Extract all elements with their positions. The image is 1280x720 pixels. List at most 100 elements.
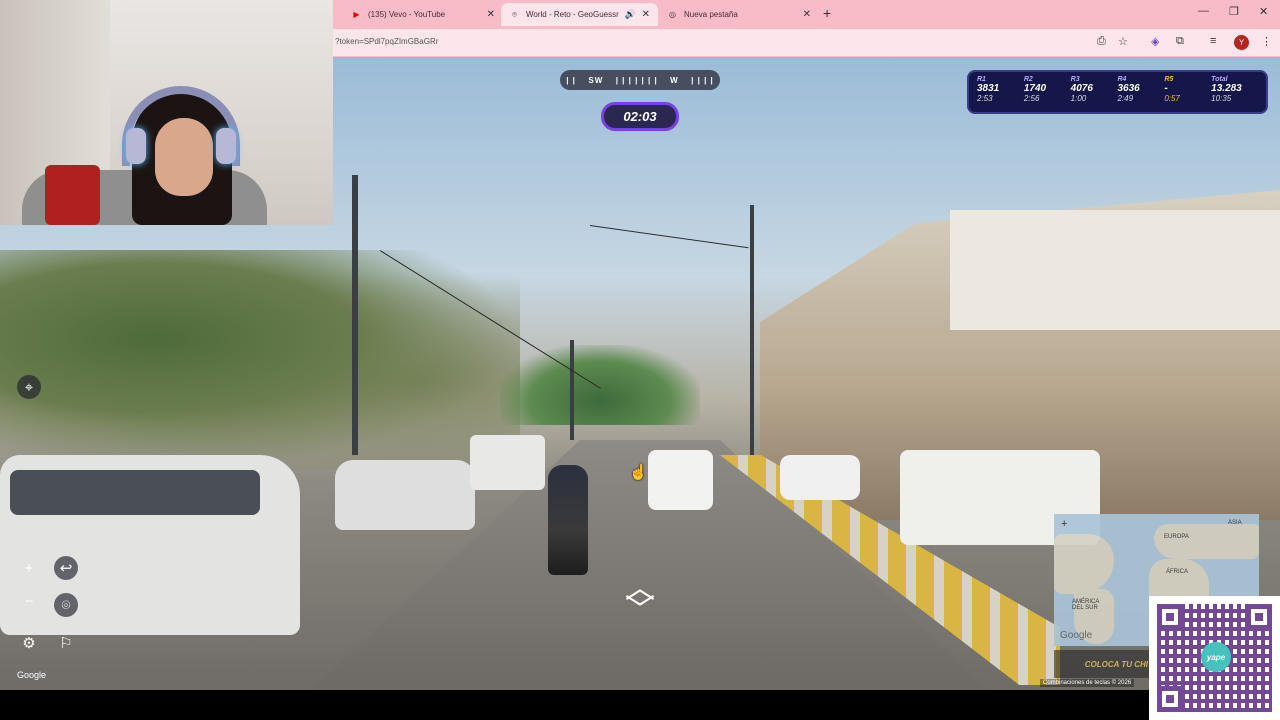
bottom-bar [0, 690, 1280, 720]
scoreboard: R1 3831 2:53 R2 1740 2:56 R3 4076 1:00 R… [967, 70, 1268, 114]
round-timer: 02:03 [601, 102, 679, 131]
close-icon[interactable]: ✕ [803, 9, 811, 20]
tab-youtube[interactable]: ▶ (135) Vevo - YouTube ✕ [343, 3, 503, 26]
bookmark-star-icon[interactable]: ☆ [1118, 35, 1128, 48]
round-time: 2:49 [1117, 94, 1134, 103]
checkpoint-button[interactable]: ⌾ [54, 593, 78, 617]
power-line [589, 225, 749, 249]
compass-sw: SW [588, 75, 604, 85]
round-4: R4 3636 2:49 [1117, 76, 1164, 108]
round-label: R1 [977, 76, 986, 83]
arrow-back-icon[interactable]: ﹀ [612, 596, 668, 626]
extension-icon[interactable]: ◈ [1151, 35, 1159, 48]
street-light [750, 205, 754, 455]
yape-qr-code: yape [1149, 596, 1280, 720]
webcam-microphone [45, 165, 100, 225]
yape-logo: yape [1201, 642, 1231, 672]
tab-label: Nueva pestaña [684, 10, 738, 19]
qr-pattern: yape [1157, 604, 1272, 712]
address-bar[interactable]: ?token=SPdl7pqZImGBaGRr ⎙ ☆ ◈ ⧉ ≡ Y ⋮ [333, 29, 1280, 56]
round-points: 3636 [1117, 83, 1140, 94]
close-icon[interactable]: ✕ [487, 9, 495, 20]
round-1: R1 3831 2:53 [977, 76, 1024, 108]
distant-trees [500, 345, 700, 425]
close-icon[interactable]: ✕ [642, 9, 650, 20]
close-window-icon[interactable]: ✕ [1259, 5, 1268, 18]
report-button[interactable]: ⚐ [54, 631, 78, 655]
building-facade [950, 210, 1280, 330]
tab-label: (135) Vevo - YouTube [368, 10, 446, 19]
map-expand-icon[interactable]: + [1061, 518, 1067, 530]
compass-tick: | | [566, 75, 576, 85]
map-label-europe: EUROPA [1164, 534, 1189, 540]
vehicle [470, 435, 545, 490]
round-points: - [1164, 83, 1168, 94]
profile-avatar[interactable]: Y [1234, 35, 1249, 50]
flag-icon: ⚐ [59, 635, 73, 652]
vehicle [780, 455, 860, 500]
undo-arrow-icon: ↩ [59, 560, 73, 577]
round-time: 2:56 [1023, 94, 1040, 103]
guess-button[interactable]: COLOCA TU CHI [1054, 650, 1152, 678]
zoom-in-button[interactable]: + [17, 556, 41, 580]
round-points: 1740 [1023, 83, 1047, 94]
minimize-icon[interactable]: — [1198, 5, 1209, 17]
qr-finder [1157, 604, 1183, 630]
minus-icon: − [24, 592, 34, 610]
round-time: 1:00 [1070, 94, 1087, 103]
tab-new[interactable]: ◎ Nueva pestaña ✕ [659, 3, 819, 26]
vehicle [648, 450, 713, 510]
utility-pole [352, 175, 358, 455]
headset-earcup-left [126, 128, 146, 164]
youtube-icon: ▶ [353, 10, 360, 19]
compass-tick: | | | | | | | [615, 75, 658, 85]
return-to-start-button[interactable]: ⌖ [17, 375, 41, 399]
gear-icon: ⚙ [22, 635, 36, 652]
google-logo: Google [17, 670, 47, 680]
screen: ▶ (135) Vevo - YouTube ✕ ⌾ World - Reto … [0, 0, 1280, 720]
webcam-overlay [0, 0, 333, 225]
round-label: R2 [1023, 76, 1033, 83]
chrome-icon: ◎ [669, 10, 676, 19]
map-land-americas [1054, 534, 1114, 594]
mouse-cursor-icon: ☝ [629, 464, 648, 481]
parked-car [335, 460, 475, 530]
round-points: 4076 [1070, 83, 1093, 94]
round-time: 0:57 [1164, 94, 1180, 103]
speaker-icon[interactable]: 🔊 [625, 9, 636, 20]
round-5-current: R5 - 0:57 [1164, 76, 1211, 108]
round-label: R4 [1117, 76, 1127, 83]
map-land-eurasia [1154, 524, 1259, 559]
qr-finder [1157, 686, 1183, 712]
tab-geoguessr[interactable]: ⌾ World - Reto - GeoGuessr 🔊 ✕ [501, 3, 658, 26]
url-text[interactable]: ?token=SPdl7pqZImGBaGRr [335, 37, 438, 46]
compass: | | SW | | | | | | | W | | | | [560, 70, 720, 90]
map-pin-icon: ⌾ [512, 9, 517, 19]
tab-label: World - Reto - GeoGuessr [526, 10, 619, 19]
settings-button[interactable]: ⚙ [17, 631, 41, 655]
qr-finder [1246, 604, 1272, 630]
plus-icon: + [24, 559, 34, 577]
restore-icon[interactable]: ❐ [1229, 5, 1239, 18]
round-time: 2:53 [977, 94, 993, 103]
motorcycle-rider [548, 465, 588, 575]
map-label-asia: ASIA [1228, 520, 1242, 526]
menu-icon[interactable]: ⋮ [1261, 35, 1272, 48]
round-label: R5 [1164, 76, 1174, 83]
van-window [10, 470, 260, 515]
undo-move-button[interactable]: ↩ [54, 556, 78, 580]
puzzle-icon[interactable]: ⧉ [1176, 35, 1184, 48]
new-tab-button[interactable]: + [823, 5, 831, 21]
media-icon[interactable]: ≡ [1210, 35, 1216, 47]
compass-tick: | | | | [691, 75, 714, 85]
movement-arrows[interactable]: ︿ ﹀ [612, 574, 668, 626]
zoom-out-button[interactable]: − [17, 589, 41, 613]
pin-icon: ⌾ [61, 596, 71, 614]
total-points: 13.283 [1211, 83, 1242, 94]
map-google-logo: Google [1060, 630, 1093, 641]
round-points: 3831 [977, 83, 1000, 94]
compass-w: W [670, 75, 679, 85]
keyboard-shortcuts-footer[interactable]: Combinaciones de teclas © 2026 [1040, 679, 1135, 687]
install-icon[interactable]: ⎙ [1097, 35, 1106, 48]
map-label-south-america: AMÉRICA DEL SUR [1072, 599, 1100, 611]
